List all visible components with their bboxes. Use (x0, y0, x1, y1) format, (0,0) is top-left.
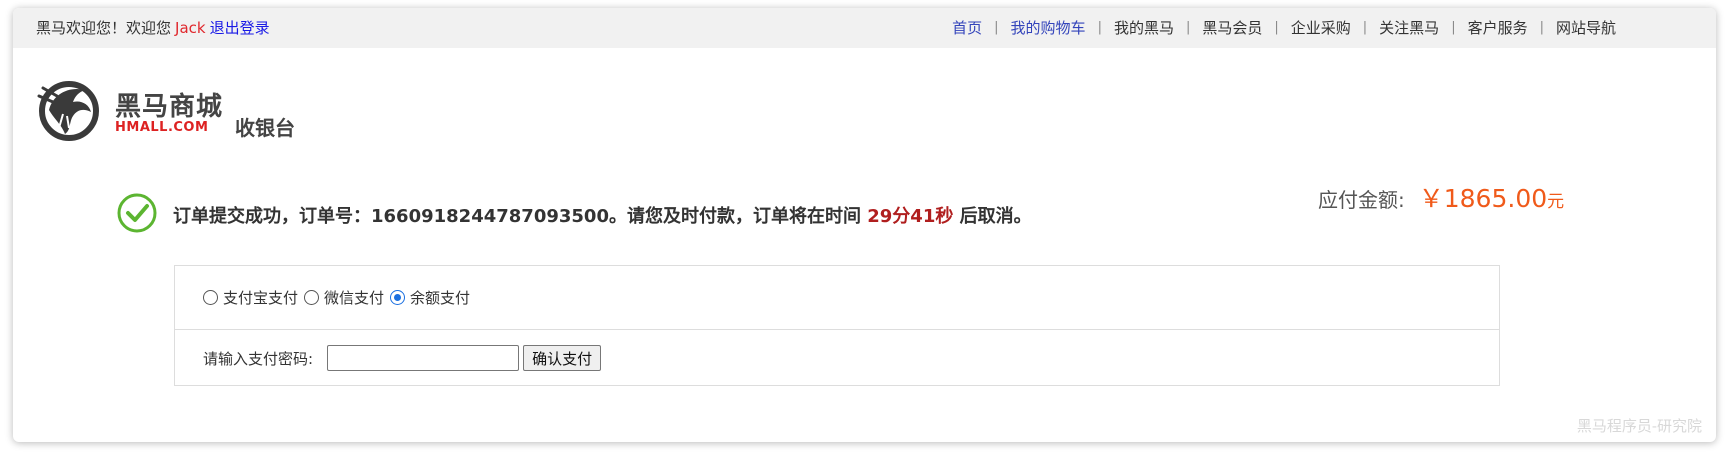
welcome-text: 黑马欢迎您！欢迎您 (36, 19, 172, 37)
payment-option-label: 微信支付 (324, 289, 385, 307)
order-status-message: 订单提交成功，订单号：1660918244787093500。请您及时付款，订单… (173, 202, 1032, 228)
payment-method-row: 支付宝支付 微信支付 余额支付 (175, 266, 1499, 330)
top-nav: 首页 | 我的购物车 | 我的黑马 | 黑马会员 | 企业采购 | 关注黑马 |… (940, 8, 1628, 48)
radio-alipay[interactable] (203, 290, 218, 305)
payment-option-alipay[interactable]: 支付宝支付 (203, 287, 298, 308)
top-bar: 黑马欢迎您！欢迎您 Jack 退出登录 首页 | 我的购物车 | 我的黑马 | 黑马… (13, 8, 1716, 48)
brand-domain: HMALL.COM (115, 120, 209, 135)
nav-cart[interactable]: 我的购物车 (999, 8, 1098, 48)
payment-option-wechat[interactable]: 微信支付 (304, 287, 384, 308)
logout-link[interactable]: 退出登录 (210, 19, 270, 37)
page-card: 黑马欢迎您！欢迎您 Jack 退出登录 首页 | 我的购物车 | 我的黑马 | 黑马… (13, 8, 1716, 442)
confirm-payment-button[interactable]: 确认支付 (523, 345, 602, 371)
success-check-icon (117, 193, 157, 233)
amount-due: 应付金额: ￥1865.00元 (1318, 179, 1564, 215)
payment-panel: 支付宝支付 微信支付 余额支付 请输入支付密码: 确认支付 (174, 265, 1500, 386)
radio-wechat[interactable] (304, 290, 320, 305)
horse-logo-icon[interactable] (35, 74, 105, 144)
payment-option-label: 支付宝支付 (223, 289, 299, 307)
radio-balance[interactable] (390, 290, 406, 305)
order-status-suffix: 后取消。 (959, 206, 1032, 227)
nav-site-map[interactable]: 网站导航 (1544, 8, 1628, 48)
nav-home[interactable]: 首页 (940, 8, 994, 48)
countdown-timer: 29分41秒 (867, 206, 954, 227)
order-status-text: 订单提交成功，订单号：1660918244787093500。请您及时付款，订单… (173, 206, 861, 227)
amount-unit: 元 (1547, 192, 1565, 212)
amount-label: 应付金额: (1318, 188, 1405, 212)
welcome-bar: 黑马欢迎您！欢迎您 Jack 退出登录 (36, 8, 270, 48)
brand-name: 黑马商城 (115, 92, 224, 122)
payment-password-input[interactable] (327, 345, 520, 371)
watermark: 黑马程序员-研究院 (1576, 417, 1702, 435)
username: Jack (175, 19, 206, 37)
page-title: 收银台 (235, 116, 295, 140)
password-label: 请输入支付密码: (203, 349, 314, 368)
nav-customer-service[interactable]: 客户服务 (1456, 8, 1540, 48)
nav-follow[interactable]: 关注黑马 (1367, 8, 1451, 48)
amount-value: ￥1865.00 (1418, 184, 1548, 213)
password-row: 请输入支付密码: 确认支付 (175, 330, 1499, 386)
nav-membership[interactable]: 黑马会员 (1190, 8, 1274, 48)
payment-option-label: 余额支付 (410, 289, 471, 307)
nav-enterprise[interactable]: 企业采购 (1279, 8, 1363, 48)
nav-my-heima[interactable]: 我的黑马 (1102, 8, 1186, 48)
payment-option-balance[interactable]: 余额支付 (390, 287, 470, 308)
